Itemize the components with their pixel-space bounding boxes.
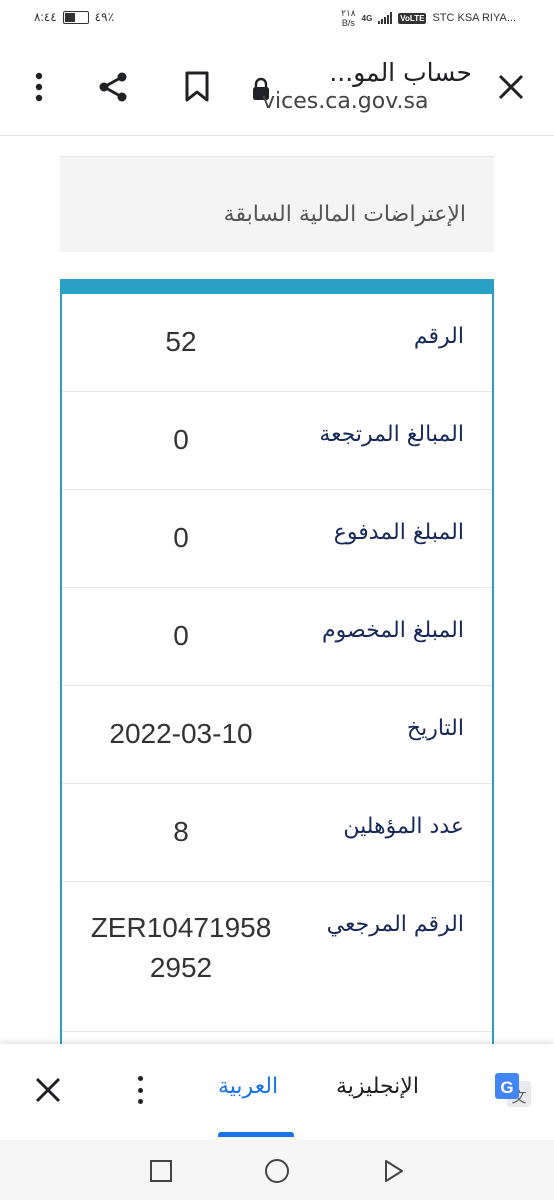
google-translate-icon: 文 G (494, 1072, 532, 1110)
section-header[interactable]: الإعتراضات المالية السابقة (60, 156, 494, 252)
page-title: حساب المو... (329, 58, 472, 87)
active-tab-indicator (218, 1132, 294, 1137)
battery-icon (62, 10, 89, 24)
tab-english[interactable]: الإنجليزية (336, 1074, 419, 1099)
table-row: المبلغ المدفوع 0 (62, 490, 492, 588)
table-row: المبلغ المخصوم 0 (62, 588, 492, 686)
row-value: 0 (173, 522, 189, 553)
row-label: المبالغ المرتجعة (319, 422, 464, 447)
table-row: الرقم 52 (62, 294, 492, 392)
address-field[interactable]: حساب المو... vices.ca.gov.sa (262, 58, 472, 114)
carrier-name: STC KSA RIYA... (432, 12, 516, 24)
section-title: الإعتراضات المالية السابقة (223, 202, 466, 227)
tab-arabic[interactable]: العربية (218, 1074, 278, 1099)
row-label: التاريخ (406, 716, 464, 741)
row-label: المبلغ المدفوع (333, 520, 464, 545)
system-nav-bar (0, 1140, 554, 1200)
browser-toolbar: حساب المو... vices.ca.gov.sa (0, 40, 554, 136)
battery-level: ٤٩٪ (94, 10, 115, 24)
close-tab-icon[interactable] (494, 70, 528, 104)
volte-badge: VoLTE (398, 12, 427, 24)
page-url: vices.ca.gov.sa (262, 89, 429, 114)
back-icon[interactable] (380, 1158, 406, 1184)
row-label: الرقم (413, 324, 464, 349)
row-value: 8 (173, 816, 189, 847)
row-value: 0 (173, 424, 189, 455)
home-icon[interactable] (264, 1158, 290, 1184)
row-label: عدد المؤهلين (343, 814, 464, 839)
row-value: 52 (165, 326, 197, 357)
table-row: المبالغ المرتجعة 0 (62, 392, 492, 490)
row-value: ZER104719582952 (90, 912, 272, 983)
bookmark-icon[interactable] (180, 70, 214, 104)
row-value: 2022-03-10 (109, 718, 253, 749)
recents-icon[interactable] (148, 1158, 174, 1184)
table-row: التاريخ 2022-03-10 (62, 686, 492, 784)
share-icon[interactable] (96, 70, 130, 104)
row-value: 0 (173, 620, 189, 651)
network-type: 4G (361, 13, 373, 23)
clock: ٨:٤٤ (34, 10, 57, 24)
close-translate-icon[interactable] (30, 1072, 66, 1108)
svg-text:G: G (500, 1078, 513, 1097)
row-label: الرقم المرجعي (326, 912, 464, 937)
row-label: المبلغ المخصوم (322, 618, 464, 643)
table-row: عدد المؤهلين 8 (62, 784, 492, 882)
translate-bar: العربية الإنجليزية 文 G (0, 1044, 554, 1140)
record-card: الرقم 52 المبالغ المرتجعة 0 المبلغ المدف… (60, 279, 494, 1044)
table-row: الرقم المرجعي ZER104719582952 (62, 882, 492, 1032)
network-speed: ٢١٨ B/s (341, 8, 356, 28)
status-bar: ٨:٤٤ ٤٩٪ ٢١٨ B/s 4G VoLTE STC KSA RIYA..… (0, 0, 554, 40)
translate-more-icon[interactable] (128, 1072, 152, 1108)
page-content[interactable]: الإعتراضات المالية السابقة الرقم 52 المب… (0, 136, 554, 1044)
more-options-icon[interactable] (22, 70, 56, 104)
signal-icon (378, 12, 393, 24)
